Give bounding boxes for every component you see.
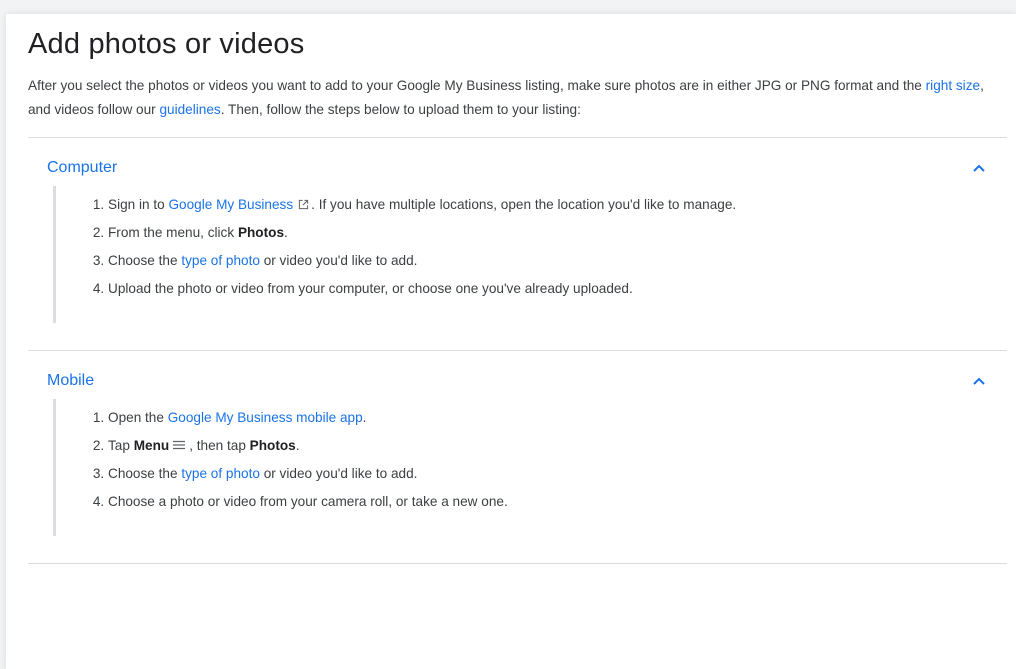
divider <box>28 563 1007 564</box>
section-mobile-title: Mobile <box>47 372 95 389</box>
chevron-up-icon[interactable] <box>971 373 987 389</box>
list-item: Choose the type of photo or video you'd … <box>108 247 1007 275</box>
step-text: . If you have multiple locations, open t… <box>311 197 737 212</box>
step-text: or video you'd like to add. <box>259 466 418 481</box>
step-text: Choose a photo or video from your camera… <box>108 494 508 509</box>
mobile-app-link[interactable]: Google My Business mobile app <box>168 410 363 425</box>
external-link-icon <box>299 199 309 210</box>
section-computer-title: Computer <box>47 159 118 176</box>
photos-label: Photos <box>249 438 296 453</box>
type-of-photo-link[interactable]: type of photo <box>181 466 260 481</box>
divider <box>28 137 1007 138</box>
step-text: Choose the <box>108 466 182 481</box>
list-item: Choose a photo or video from your camera… <box>108 488 1007 516</box>
intro-text-3: . Then, follow the steps below to upload… <box>220 102 581 117</box>
steps-list: Open the Google My Business mobile app. … <box>56 404 1007 516</box>
type-of-photo-link[interactable]: type of photo <box>181 253 260 268</box>
intro-text-1: After you select the photos or videos yo… <box>28 78 926 93</box>
section-computer: Computer Sign in to Google My Business . … <box>28 150 1007 323</box>
section-mobile: Mobile Open the Google My Business mobil… <box>28 363 1007 536</box>
step-text: Open the <box>108 410 168 425</box>
list-item: Sign in to Google My Business . If you ha… <box>108 191 1007 219</box>
step-text: . <box>362 410 367 425</box>
step-text: Sign in to <box>108 197 169 212</box>
steps-list: Sign in to Google My Business . If you ha… <box>56 191 1007 303</box>
section-computer-header[interactable]: Computer <box>28 150 1007 186</box>
chevron-up-icon[interactable] <box>971 160 987 176</box>
step-text: , then tap <box>189 438 250 453</box>
list-item: Upload the photo or video from your comp… <box>108 275 1007 303</box>
section-mobile-header[interactable]: Mobile <box>28 363 1007 399</box>
list-item: Open the Google My Business mobile app. <box>108 404 1007 432</box>
divider <box>28 350 1007 351</box>
intro-paragraph: After you select the photos or videos yo… <box>28 74 1003 122</box>
step-text: From the menu, click <box>108 225 238 240</box>
photos-label: Photos <box>237 225 285 240</box>
section-mobile-steps: Open the Google My Business mobile app. … <box>53 399 1007 536</box>
article-card: Add photos or videos After you select th… <box>6 14 1016 669</box>
section-computer-steps: Sign in to Google My Business . If you ha… <box>53 186 1007 323</box>
step-text: Upload the photo or video from your comp… <box>108 281 633 296</box>
step-text: or video you'd like to add. <box>259 253 418 268</box>
step-text: . <box>295 438 300 453</box>
step-text: Tap <box>108 438 134 453</box>
google-my-business-link[interactable]: Google My Business <box>168 197 293 212</box>
menu-icon <box>173 440 186 450</box>
list-item: Tap Menu , then tap Photos. <box>108 432 1007 460</box>
list-item: From the menu, click Photos. <box>108 219 1007 247</box>
menu-label: Menu <box>133 438 170 453</box>
page-title: Add photos or videos <box>28 28 305 60</box>
guidelines-link[interactable]: guidelines <box>159 102 220 117</box>
list-item: Choose the type of photo or video you'd … <box>108 460 1007 488</box>
step-text: . <box>284 225 288 240</box>
right-size-link[interactable]: right size <box>926 78 980 93</box>
step-text: Choose the <box>108 253 182 268</box>
